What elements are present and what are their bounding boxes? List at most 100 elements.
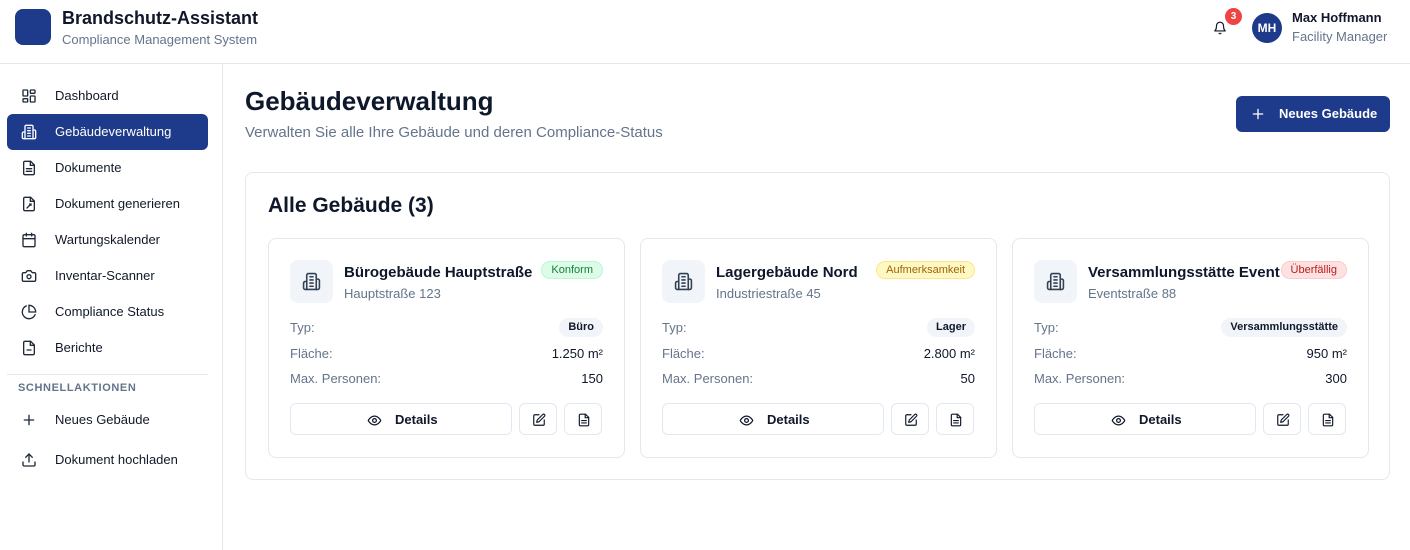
- sidebar-item-inventar-scanner[interactable]: Inventar-Scanner: [7, 258, 208, 294]
- user-role: Facility Manager: [1292, 29, 1388, 44]
- details-label: Details: [767, 412, 810, 427]
- type-pill: Büro: [559, 318, 603, 337]
- status-badge: Aufmerksamkeit: [876, 261, 975, 279]
- area-label: Fläche:: [1034, 346, 1077, 361]
- edit-button[interactable]: [891, 403, 929, 435]
- new-building-button[interactable]: Neues Gebäude: [1236, 96, 1390, 132]
- sidebar-item-gebaeudeverwaltung[interactable]: Gebäudeverwaltung: [7, 114, 208, 150]
- quick-action-new-building[interactable]: Neues Gebäude: [7, 402, 208, 438]
- sidebar-item-label: Gebäudeverwaltung: [55, 124, 172, 139]
- sidebar-item-dokumente[interactable]: Dokumente: [7, 150, 208, 186]
- type-label: Typ:: [1034, 320, 1059, 335]
- details-button[interactable]: Details: [1034, 403, 1256, 435]
- type-pill: Versammlungsstätte: [1221, 318, 1347, 337]
- sidebar-item-label: Dokumente: [55, 160, 122, 175]
- sidebar-item-compliance-status[interactable]: Compliance Status: [7, 294, 208, 330]
- new-building-button-label: Neues Gebäude: [1279, 106, 1378, 121]
- edit-button[interactable]: [1263, 403, 1301, 435]
- building-card[interactable]: Versammlungsstätte Event Eventstraße 88 …: [1012, 238, 1369, 458]
- eye-icon: [1111, 413, 1126, 428]
- camera-icon: [21, 268, 37, 284]
- sidebar-item-label: Wartungskalender: [55, 232, 161, 247]
- max-persons-value: 150: [581, 371, 603, 386]
- sidebar-item-label: Berichte: [55, 340, 103, 355]
- details-label: Details: [395, 412, 438, 427]
- sidebar-item-label: Compliance Status: [55, 304, 165, 319]
- app-title: Brandschutz-Assistant: [62, 8, 259, 28]
- edit-icon: [905, 413, 918, 426]
- eye-icon: [367, 413, 382, 428]
- document-icon: [950, 413, 962, 427]
- quick-action-label: Neues Gebäude: [55, 412, 150, 427]
- building-name: Lagergebäude Nord: [716, 264, 858, 281]
- eye-icon: [739, 413, 754, 428]
- sidebar-item-dashboard[interactable]: Dashboard: [7, 78, 208, 114]
- max-persons-value: 50: [960, 371, 975, 386]
- avatar[interactable]: MH: [1252, 13, 1282, 43]
- building-card[interactable]: Lagergebäude Nord Industriestraße 45 Auf…: [640, 238, 997, 458]
- details-button[interactable]: Details: [290, 403, 512, 435]
- pie-chart-icon: [21, 304, 37, 320]
- app-header: Brandschutz-Assistant Compliance Managem…: [0, 0, 1410, 64]
- page-title: Gebäudeverwaltung: [245, 86, 494, 116]
- user-name: Max Hoffmann: [1292, 10, 1382, 25]
- building-icon: [21, 124, 37, 140]
- edit-button[interactable]: [519, 403, 557, 435]
- plus-icon: [21, 412, 37, 428]
- building-address: Hauptstraße 123: [344, 286, 441, 301]
- type-pill: Lager: [927, 318, 975, 337]
- building-address: Eventstraße 88: [1088, 286, 1177, 301]
- page-subtitle: Verwalten Sie alle Ihre Gebäude und dere…: [245, 124, 663, 141]
- sidebar-divider: [7, 374, 208, 375]
- sidebar-item-dokument-generieren[interactable]: Dokument generieren: [7, 186, 208, 222]
- sidebar-item-label: Inventar-Scanner: [55, 268, 155, 283]
- details-label: Details: [1139, 412, 1182, 427]
- report-icon: [21, 340, 37, 356]
- area-value: 2.800 m²: [923, 346, 975, 361]
- edit-icon: [533, 413, 546, 426]
- sidebar-item-berichte[interactable]: Berichte: [7, 330, 208, 366]
- max-persons-label: Max. Personen:: [1034, 371, 1126, 386]
- building-icon: [1034, 260, 1077, 303]
- building-address: Industriestraße 45: [716, 286, 821, 301]
- building-name: Bürogebäude Hauptstraße: [344, 264, 533, 281]
- area-label: Fläche:: [290, 346, 333, 361]
- document-icon: [578, 413, 590, 427]
- buildings-panel: Alle Gebäude (3) Bürogebäude Hauptstraße…: [245, 172, 1390, 480]
- status-badge: Überfällig: [1280, 261, 1347, 279]
- quick-actions-title: SCHNELLAKTIONEN: [18, 382, 137, 394]
- type-label: Typ:: [662, 320, 687, 335]
- max-persons-value: 300: [1325, 371, 1347, 386]
- upload-icon: [21, 452, 37, 468]
- max-persons-label: Max. Personen:: [662, 371, 754, 386]
- building-name: Versammlungsstätte Event: [1088, 264, 1280, 281]
- building-card[interactable]: Bürogebäude Hauptstraße Hauptstraße 123 …: [268, 238, 625, 458]
- building-icon: [290, 260, 333, 303]
- calendar-icon: [21, 232, 37, 248]
- sidebar-item-label: Dokument generieren: [55, 196, 181, 211]
- document-button[interactable]: [564, 403, 602, 435]
- type-label: Typ:: [290, 320, 315, 335]
- area-label: Fläche:: [662, 346, 705, 361]
- dashboard-icon: [21, 88, 37, 104]
- max-persons-label: Max. Personen:: [290, 371, 382, 386]
- area-value: 950 m²: [1306, 346, 1347, 361]
- document-button[interactable]: [936, 403, 974, 435]
- sidebar-item-label: Dashboard: [55, 88, 119, 103]
- area-value: 1.250 m²: [551, 346, 603, 361]
- sidebar-item-wartungskalender[interactable]: Wartungskalender: [7, 222, 208, 258]
- details-button[interactable]: Details: [662, 403, 884, 435]
- panel-title: Alle Gebäude (3): [268, 194, 434, 217]
- plus-icon: [1251, 107, 1265, 121]
- document-icon: [1322, 413, 1334, 427]
- quick-action-label: Dokument hochladen: [55, 452, 178, 467]
- building-icon: [662, 260, 705, 303]
- app-subtitle: Compliance Management System: [62, 32, 258, 47]
- document-generate-icon: [21, 196, 37, 212]
- status-badge: Konform: [541, 261, 603, 279]
- document-button[interactable]: [1308, 403, 1346, 435]
- document-icon: [21, 160, 37, 176]
- sidebar: Dashboard Gebäudeverwaltung Dokumente Do…: [0, 64, 223, 550]
- app-logo[interactable]: [15, 9, 51, 45]
- quick-action-upload-document[interactable]: Dokument hochladen: [7, 442, 208, 478]
